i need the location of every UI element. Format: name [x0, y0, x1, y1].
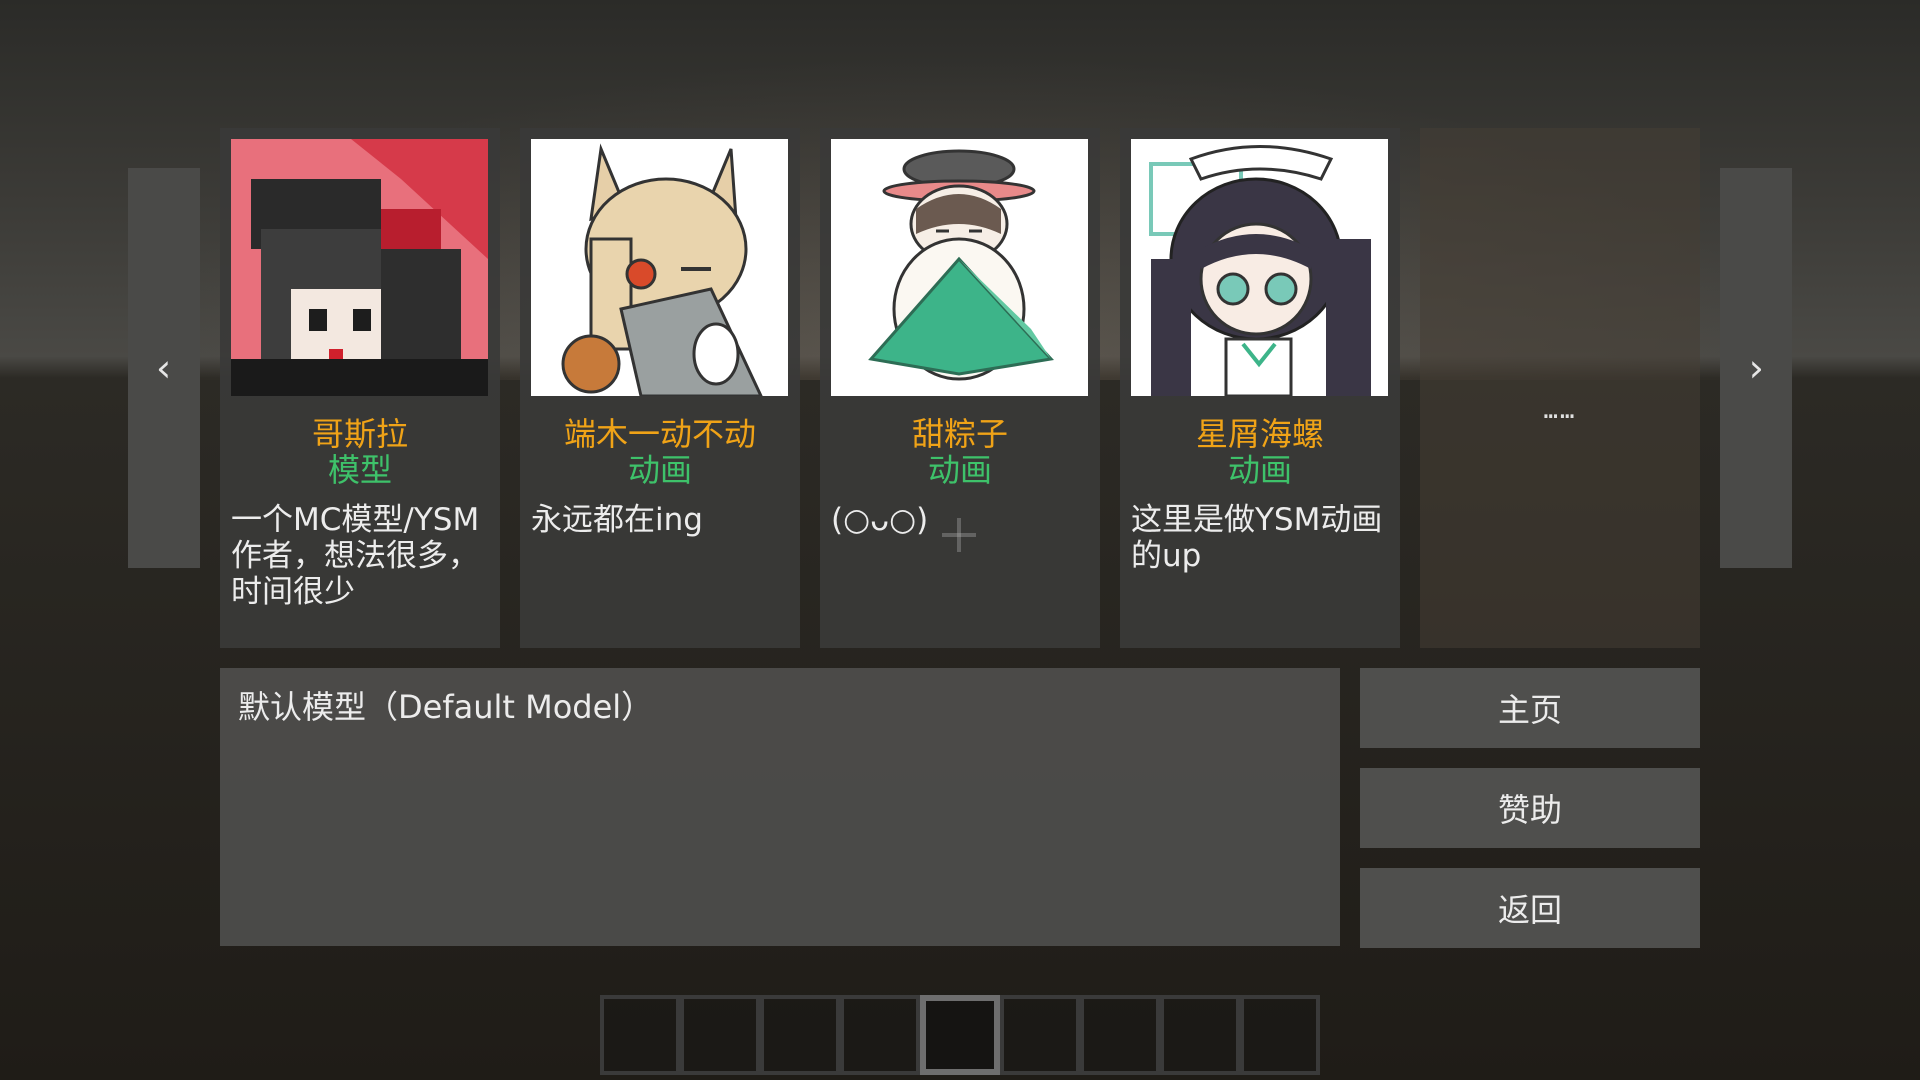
- more-authors-card[interactable]: ……: [1420, 128, 1700, 648]
- hotbar-slot[interactable]: [1240, 995, 1320, 1075]
- crosshair-icon: [942, 518, 976, 552]
- author-description: 这里是做YSM动画的up: [1131, 502, 1383, 574]
- author-card-3[interactable]: 甜粽子 动画 (○ᴗ○): [820, 128, 1100, 648]
- author-avatar: [1131, 139, 1388, 396]
- author-avatar: [231, 139, 488, 396]
- author-type: 动画: [927, 451, 992, 489]
- hotbar-slot[interactable]: [1160, 995, 1240, 1075]
- author-description: 永远都在ing: [531, 502, 703, 538]
- hotbar-slot[interactable]: [1000, 995, 1080, 1075]
- author-name: 端木一动不动: [563, 415, 756, 453]
- prev-page-button[interactable]: ‹: [128, 168, 200, 568]
- chevron-left-icon: ‹: [152, 346, 176, 390]
- hotbar-slot[interactable]: [840, 995, 920, 1075]
- author-card-2[interactable]: 端木一动不动 动画 永远都在ing: [520, 128, 800, 648]
- hotbar: [600, 995, 1320, 1080]
- chevron-right-icon: ›: [1744, 346, 1768, 390]
- author-type: 模型: [327, 451, 392, 489]
- hotbar-slot[interactable]: [680, 995, 760, 1075]
- back-button[interactable]: 返回: [1360, 868, 1700, 948]
- author-card-4[interactable]: 星屑海螺 动画 这里是做YSM动画的up: [1120, 128, 1400, 648]
- hotbar-slot-selected[interactable]: [920, 995, 1000, 1075]
- author-name: 星屑海螺: [1195, 415, 1324, 453]
- hotbar-slot[interactable]: [1080, 995, 1160, 1075]
- author-name: 甜粽子: [911, 415, 1008, 453]
- model-name-label: 默认模型（Default Model）: [238, 688, 654, 726]
- sponsor-button[interactable]: 赞助: [1360, 768, 1700, 848]
- author-type: 动画: [627, 451, 692, 489]
- more-ellipsis: ……: [1543, 396, 1577, 424]
- model-info-panel: 默认模型（Default Model）: [220, 668, 1340, 946]
- home-button[interactable]: 主页: [1360, 668, 1700, 748]
- author-name: 哥斯拉: [311, 415, 408, 453]
- author-type: 动画: [1227, 451, 1292, 489]
- author-avatar: [831, 139, 1088, 396]
- hotbar-slot[interactable]: [760, 995, 840, 1075]
- author-avatar: [531, 139, 788, 396]
- author-description: 一个MC模型/YSM作者，想法很多，时间很少: [231, 502, 480, 610]
- author-card-1[interactable]: 哥斯拉 模型 一个MC模型/YSM作者，想法很多，时间很少: [220, 128, 500, 648]
- hotbar-slot[interactable]: [600, 995, 680, 1075]
- next-page-button[interactable]: ›: [1720, 168, 1792, 568]
